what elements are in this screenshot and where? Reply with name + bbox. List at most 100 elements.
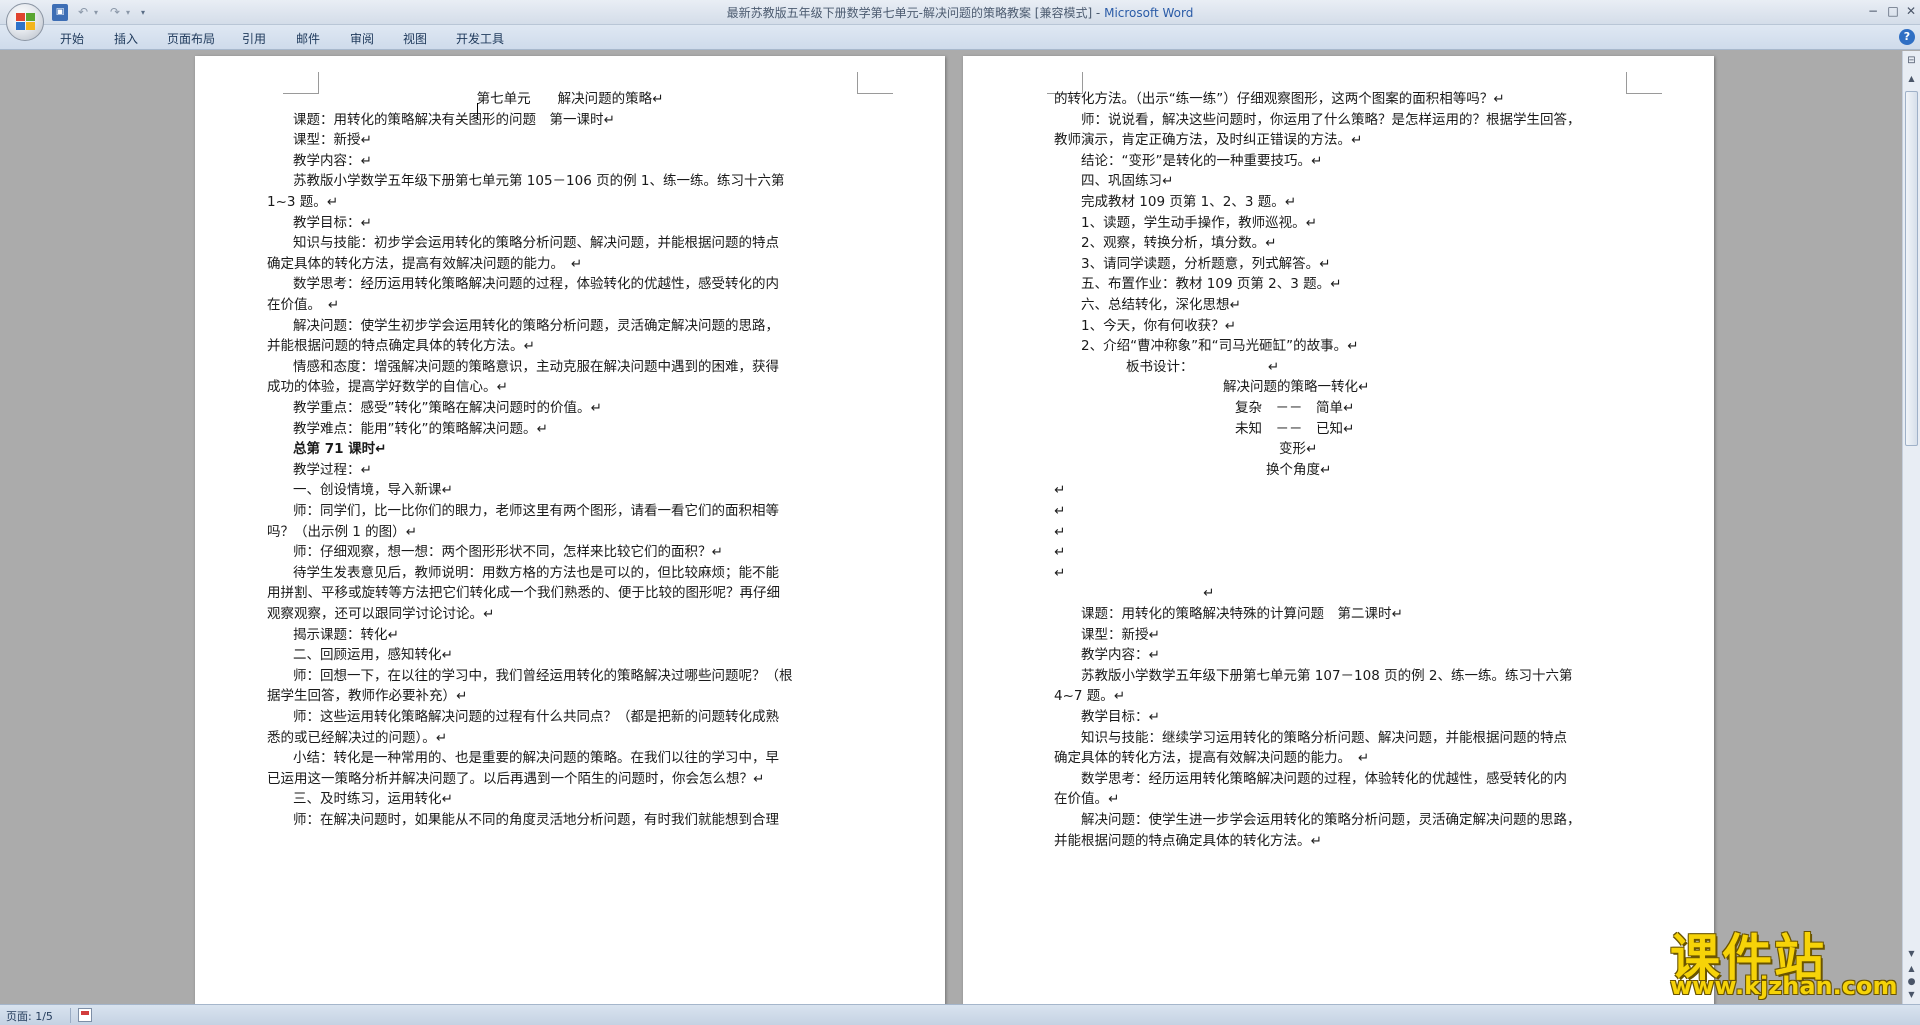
- tab-insert[interactable]: 插入: [114, 30, 138, 47]
- minimize-button[interactable]: −: [1864, 2, 1882, 20]
- tab-view[interactable]: 视图: [403, 30, 427, 47]
- document-text-line: 教学难点：能用”转化”的策略解决问题。↵: [293, 420, 548, 437]
- maximize-button[interactable]: □: [1884, 2, 1902, 20]
- document-text-line: 课题：用转化的策略解决特殊的计算问题 第二课时↵: [1081, 606, 1403, 622]
- document-text-line: 观察观察，还可以跟同学讨论讨论。↵: [267, 606, 495, 622]
- document-page-1[interactable]: 第七单元 解决问题的策略↵ 课题：用转化的策略解决有关图形的问题 第一课时↵ 课型：…: [195, 56, 945, 1004]
- document-area[interactable]: 第七单元 解决问题的策略↵ 课题：用转化的策略解决有关图形的问题 第一课时↵ 课型：…: [0, 51, 1902, 1004]
- document-text-line: 板书设计： ↵: [1126, 358, 1280, 375]
- document-text-line: 教学重点：感受”转化”策略在解决问题时的价值。↵: [293, 400, 602, 416]
- document-text-line: 二、回顾运用，感知转化↵: [293, 647, 453, 664]
- document-text-line: 苏教版小学数学五年级下册第七单元第 105－106 页的例 1、练一练。练习十六…: [293, 173, 785, 190]
- crop-mark: [1626, 72, 1662, 94]
- document-text-line: ↵: [1054, 564, 1066, 581]
- document-text-line: ↵: [1054, 503, 1066, 519]
- document-text-line: 三、及时练习，运用转化↵: [293, 791, 453, 808]
- document-text-line: 四、巩固练习↵: [1081, 173, 1174, 190]
- title-bar: ▣ ↶ ▾ ↷ ▾ ▾ 最新苏教版五年级下册数学第七单元-解决问题的策略教案 […: [0, 0, 1920, 41]
- office-logo-icon: [16, 13, 36, 31]
- document-text-line: 教师演示，肯定正确方法，及时纠正错误的方法。↵: [1054, 132, 1363, 149]
- document-text-line: 总第 71 课时↵: [293, 441, 387, 458]
- document-text-line: 完成教材 109 页第 1、2、3 题。↵: [1081, 194, 1297, 210]
- scroll-thumb[interactable]: [1905, 91, 1918, 446]
- document-text-line: 未知 －－ 已知↵: [1235, 420, 1355, 437]
- document-text-line: 3、请同学读题，分析题意，列式解答。↵: [1081, 255, 1331, 272]
- document-text-line: 课题：用转化的策略解决有关图形的问题 第一课时↵: [293, 111, 615, 128]
- document-text-line: 解决问题的策略一转化↵: [1223, 379, 1370, 396]
- document-text-line: 用拼割、平移或旋转等方法把它们转化成一个我们熟悉的、便于比较的图形呢？再仔细: [267, 585, 780, 602]
- document-text-line: 教学内容：↵: [1081, 647, 1160, 664]
- ribbon-tab-bar: 开始 插入 页面布局 引用 邮件 审阅 视图 开发工具 ?: [0, 25, 1920, 50]
- tab-review[interactable]: 审阅: [350, 30, 374, 47]
- select-browse-object-button[interactable]: ●: [1904, 976, 1919, 988]
- document-text-line: 第七单元 解决问题的策略↵: [476, 91, 664, 107]
- tab-references[interactable]: 引用: [242, 30, 266, 47]
- document-text-line: 并能根据问题的特点确定具体的转化方法。↵: [267, 338, 535, 355]
- document-text-line: 数学思考：经历运用转化策略解决问题的过程，体验转化的优越性，感受转化的内: [1081, 770, 1567, 787]
- document-text-line: 师：在解决问题时，如果能从不同的角度灵活地分析问题，有时我们就能想到合理: [293, 812, 779, 828]
- document-text-line: 2、观察，转换分析，填分数。↵: [1081, 235, 1277, 252]
- status-bar: 页面: 1/5: [0, 1004, 1920, 1025]
- tab-mailings[interactable]: 邮件: [296, 30, 320, 47]
- previous-page-button[interactable]: ▲: [1904, 963, 1919, 975]
- document-text-line: 已运用这一策略分析并解决问题了。以后再遇到一个陌生的问题时，你会怎么想？↵: [267, 770, 765, 787]
- document-text-line: 揭示课题：转化↵: [293, 626, 399, 643]
- document-text-line: 待学生发表意见后，教师说明：用数方格的方法也是可以的，但比较麻烦；能不能: [293, 564, 779, 581]
- document-text-line: 课型：新授↵: [1081, 626, 1160, 643]
- document-text-line: 知识与技能：初步学会运用转化的策略分析问题、解决问题，并能根据问题的特点: [293, 235, 779, 252]
- document-text-line: 1、今天，你有何收获？↵: [1081, 317, 1236, 334]
- language-icon[interactable]: [78, 1008, 92, 1022]
- document-text-line: 师：说说看，解决这些问题时，你运用了什么策略？是怎样运用的？根据学生回答，: [1081, 111, 1581, 128]
- tab-home[interactable]: 开始: [60, 30, 84, 47]
- document-text-line: 解决问题：使学生初步学会运用转化的策略分析问题，灵活确定解决问题的思路，: [293, 317, 779, 334]
- document-text-line: 师：回想一下，在以往的学习中，我们曾经运用转化的策略解决过哪些问题呢？（根: [293, 667, 793, 684]
- document-text-line: 教学过程：↵: [293, 461, 372, 478]
- document-text-line: ↵: [1054, 523, 1066, 540]
- document-text-line: 六、总结转化，深化思想↵: [1081, 297, 1241, 313]
- scroll-down-button[interactable]: ▼: [1904, 946, 1919, 961]
- view-ruler-icon[interactable]: ⊟: [1904, 53, 1919, 68]
- document-text-line: 师：这些运用转化策略解决问题的过程有什么共同点？（都是把新的问题转化成熟: [293, 709, 779, 725]
- document-page-2[interactable]: 的转化方法。（出示“练一练”）仔细观察图形，这两个图案的面积相等吗？↵ 师：说说看…: [963, 56, 1714, 1004]
- tab-developer[interactable]: 开发工具: [456, 30, 504, 47]
- document-text-line: 据学生回答，教师作必要补充）↵: [267, 688, 468, 705]
- watermark: 课件站 www.kjzhan.com: [1664, 918, 1898, 1004]
- office-button[interactable]: [6, 3, 44, 41]
- document-text-line: 2、介绍“曹冲称象”和“司马光砸缸”的故事。↵: [1081, 338, 1359, 355]
- document-text-line: 教学目标：↵: [293, 214, 372, 231]
- document-text-line: 课型：新授↵: [293, 132, 372, 149]
- document-text-line: 教学目标：↵: [1081, 709, 1160, 725]
- next-page-button[interactable]: ▼: [1904, 989, 1919, 1001]
- document-text-line: 复杂 －－ 简单↵: [1235, 400, 1355, 416]
- document-text-line: 的转化方法。（出示“练一练”）仔细观察图形，这两个图案的面积相等吗？↵: [1054, 91, 1505, 107]
- document-text-line: 数学思考：经历运用转化策略解决问题的过程，体验转化的优越性，感受转化的内: [293, 276, 779, 293]
- vertical-scrollbar[interactable]: ⊟ ▲ ▼ ▲ ● ▼: [1902, 51, 1920, 1004]
- status-divider: [70, 1008, 71, 1023]
- document-text-line: 4~7 题。↵: [1054, 688, 1126, 705]
- document-text-line: 知识与技能：继续学习运用转化的策略分析问题、解决问题，并能根据问题的特点: [1081, 729, 1567, 746]
- scroll-up-button[interactable]: ▲: [1904, 71, 1919, 86]
- document-text-line: ↵: [1054, 544, 1066, 561]
- crop-mark: [857, 72, 893, 94]
- tab-page-layout[interactable]: 页面布局: [167, 30, 215, 47]
- document-text-line: 悉的或已经解决过的问题）。↵: [267, 729, 448, 746]
- document-text-line: 换个角度↵: [1266, 461, 1332, 478]
- document-text-line: 五、布置作业：教材 109 页第 2、3 题。↵: [1081, 276, 1342, 293]
- help-icon[interactable]: ?: [1899, 29, 1915, 45]
- document-text-line: 成功的体验，提高学好数学的自信心。↵: [267, 379, 508, 396]
- document-text-line: 1~3 题。↵: [267, 194, 339, 210]
- watermark-url: www.kjzhan.com: [1670, 972, 1898, 1000]
- document-text-line: 并能根据问题的特点确定具体的转化方法。↵: [1054, 832, 1322, 849]
- close-button[interactable]: ✕: [1902, 2, 1920, 20]
- document-text-line: ↵: [1054, 482, 1066, 499]
- document-text-line: 情感和态度：增强解决问题的策略意识，主动克服在解决问题中遇到的困难，获得: [293, 358, 779, 375]
- document-text-line: 1、读题，学生动手操作，教师巡视。↵: [1081, 214, 1317, 231]
- window-title: 最新苏教版五年级下册数学第七单元-解决问题的策略教案 [兼容模式] - Micr…: [0, 4, 1920, 21]
- app-name: Microsoft Word: [1104, 6, 1194, 20]
- document-title: 最新苏教版五年级下册数学第七单元-解决问题的策略教案 [兼容模式] -: [726, 6, 1105, 20]
- document-text-line: ↵: [1203, 585, 1215, 602]
- document-text-line: 师：仔细观察，想一想：两个图形形状不同，怎样来比较它们的面积？↵: [293, 544, 723, 561]
- page-count[interactable]: 页面: 1/5: [6, 1008, 53, 1024]
- document-text-line: 结论：“变形”是转化的一种重要技巧。↵: [1081, 152, 1323, 169]
- document-text-line: 在价值。↵: [1054, 791, 1120, 808]
